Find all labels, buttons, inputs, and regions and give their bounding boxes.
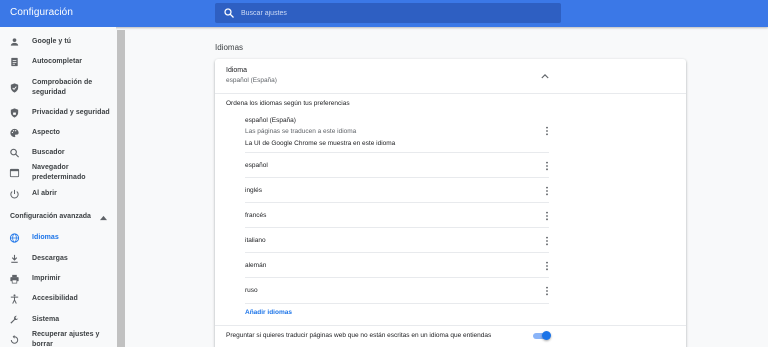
sidebar-item-downloads[interactable]: Descargas [0, 249, 116, 269]
sidebar-item-label: Navegador predeterminado [32, 164, 86, 181]
more-vert-icon[interactable] [545, 286, 549, 296]
sidebar-item-safety-check[interactable]: Comprobación de seguridad [0, 73, 116, 103]
language-row: español [245, 153, 549, 178]
sidebar-item-system[interactable]: Sistema [0, 310, 116, 330]
language-row: español (España) Las páginas se traducen… [245, 113, 549, 153]
sidebar-item-languages[interactable]: Idiomas [0, 228, 116, 248]
more-vert-icon[interactable] [545, 186, 549, 196]
language-row: italiano [245, 228, 549, 253]
sidebar-item-print[interactable]: Imprimir [0, 269, 116, 289]
wrench-icon [10, 315, 19, 324]
browser-icon [9, 168, 20, 178]
power-icon [10, 189, 19, 199]
language-name: italiano [245, 237, 266, 244]
sidebar-item-label: Accesibilidad [32, 295, 78, 302]
download-icon [11, 254, 18, 263]
languages-card: Idioma español (España) Ordena los idiom… [215, 59, 686, 347]
assignment-icon [11, 57, 18, 67]
language-name: alemán [245, 262, 267, 269]
lock-shield-icon [10, 108, 19, 118]
language-card-subtitle: español (España) [226, 77, 277, 84]
sidebar-item-label: Privacidad y seguridad [32, 109, 110, 116]
sidebar-item-label: Al abrir [32, 190, 57, 197]
sidebar-item-on-startup[interactable]: Al abrir [0, 184, 116, 204]
card-divider [215, 93, 686, 94]
sidebar-item-google[interactable]: Google y tú [0, 32, 116, 52]
sidebar-item-label: Buscador [32, 149, 65, 156]
sidebar-item-search-engine[interactable]: Buscador [0, 143, 116, 163]
shield-icon [10, 83, 19, 93]
language-note: Las páginas se traducen a este idioma [245, 128, 357, 135]
language-row: ruso [245, 278, 549, 303]
language-name: español (España) [245, 117, 296, 124]
order-languages-label: Ordena los idiomas según tus preferencia… [226, 100, 350, 107]
more-vert-icon[interactable] [545, 236, 549, 246]
main-content: Idiomas Idioma español (España) Ordena l… [125, 27, 768, 347]
more-vert-icon[interactable] [545, 211, 549, 221]
globe-icon [9, 233, 20, 243]
sidebar-item-appearance[interactable]: Aspecto [0, 123, 116, 143]
sidebar-item-label: Google y tú [32, 38, 72, 45]
sidebar-item-accessibility[interactable]: Accesibilidad [0, 289, 116, 309]
sidebar-item-default-browser[interactable]: Navegador predeterminado [0, 163, 116, 183]
advanced-section-label[interactable]: Configuración avanzada [10, 213, 91, 220]
sidebar-item-label: Sistema [32, 316, 60, 323]
more-vert-icon[interactable] [545, 161, 549, 171]
language-name: ruso [245, 287, 258, 294]
app-header: Configuración [0, 0, 768, 27]
language-row: inglés [245, 178, 549, 203]
language-note: La UI de Google Chrome se muestra en est… [245, 140, 396, 147]
more-vert-icon[interactable] [545, 126, 549, 136]
search-icon [224, 8, 234, 18]
search-input[interactable] [241, 3, 551, 23]
language-row: alemán [245, 253, 549, 278]
print-icon [10, 274, 19, 284]
language-row: francés [245, 203, 549, 228]
language-name: español [245, 162, 268, 169]
language-name: inglés [245, 187, 262, 194]
sidebar-item-label: Descargas [32, 255, 68, 262]
language-name: francés [245, 212, 267, 219]
add-languages-link[interactable]: Añadir idiomas [245, 309, 292, 316]
accessibility-icon [10, 294, 19, 304]
sidebar-item-autofill[interactable]: Autocompletar [0, 52, 116, 72]
sidebar-item-label: Aspecto [32, 129, 60, 136]
sidebar-item-label: Idiomas [32, 234, 59, 241]
person-icon [10, 38, 19, 46]
search-box[interactable] [215, 3, 561, 23]
restore-icon [10, 334, 19, 344]
sidebar-item-label: Comprobación de seguridad [32, 79, 93, 96]
sidebar-scrollbar[interactable] [117, 30, 125, 347]
sidebar-item-label: Imprimir [32, 275, 61, 282]
app-title: Configuración [10, 7, 74, 18]
sidebar-item-label: Recuperar ajustes y borrar [32, 331, 100, 347]
chevron-up-icon[interactable] [541, 73, 549, 79]
chevron-up-icon[interactable] [100, 215, 107, 221]
sidebar: Google y tú Autocompletar Comprobación d… [0, 27, 116, 347]
sidebar-item-privacy[interactable]: Privacidad y seguridad [0, 103, 116, 123]
card-divider [215, 325, 686, 326]
toggle-knob [542, 331, 551, 340]
offer-translate-toggle[interactable] [533, 331, 551, 341]
palette-icon [10, 128, 19, 138]
language-card-title: Idioma [226, 67, 248, 74]
search-icon [10, 148, 20, 158]
offer-translate-label: Preguntar si quieres traducir páginas we… [226, 332, 492, 339]
page-title: Idiomas [215, 43, 244, 52]
sidebar-item-label: Autocompletar [32, 58, 83, 65]
more-vert-icon[interactable] [545, 261, 549, 271]
row-divider [245, 303, 549, 304]
sidebar-item-reset[interactable]: Recuperar ajustes y borrar [0, 330, 116, 347]
